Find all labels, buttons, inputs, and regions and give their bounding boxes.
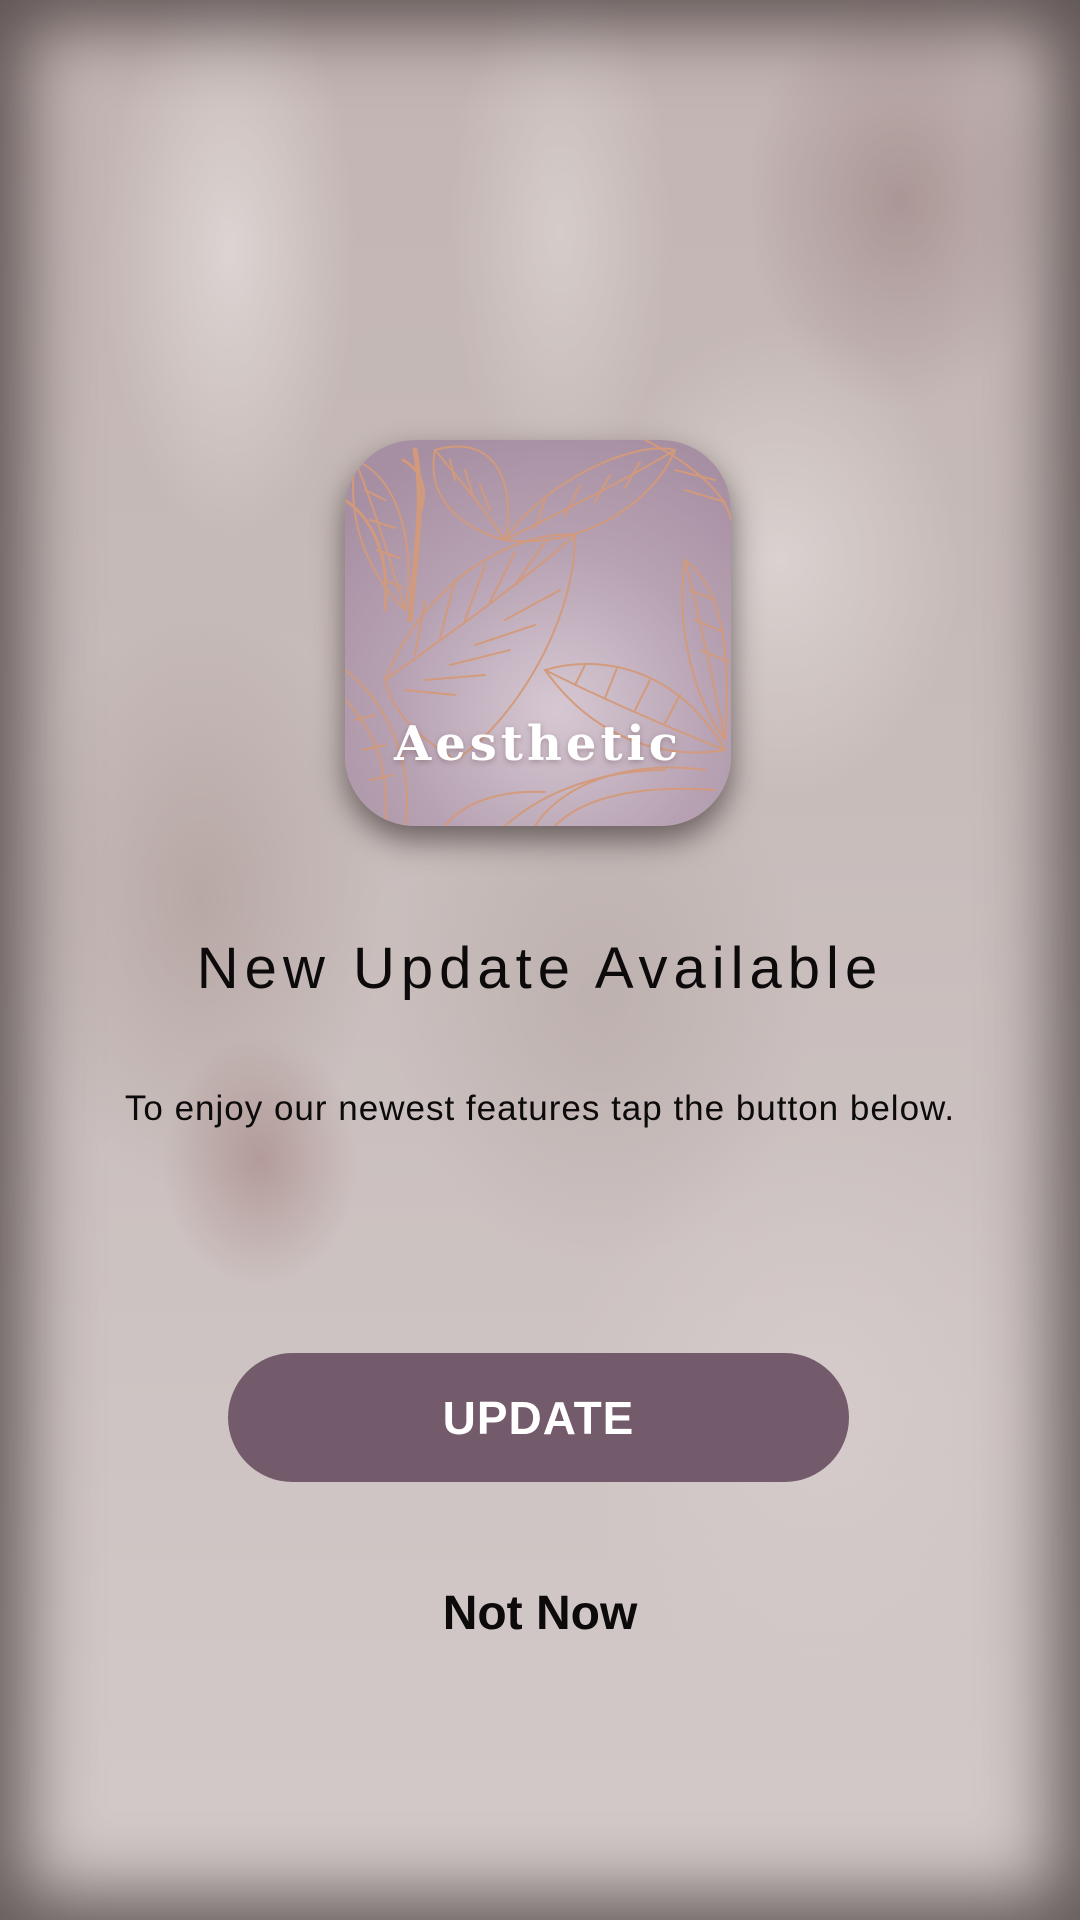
update-button[interactable]: UPDATE xyxy=(228,1353,849,1482)
dialog-title: New Update Available xyxy=(196,936,884,1001)
app-icon-label: Aesthetic xyxy=(393,716,683,772)
app-icon: Aesthetic xyxy=(345,440,731,826)
dialog-message: To enjoy our newest features tap the but… xyxy=(124,1089,956,1128)
not-now-button[interactable]: Not Now xyxy=(340,1578,740,1648)
